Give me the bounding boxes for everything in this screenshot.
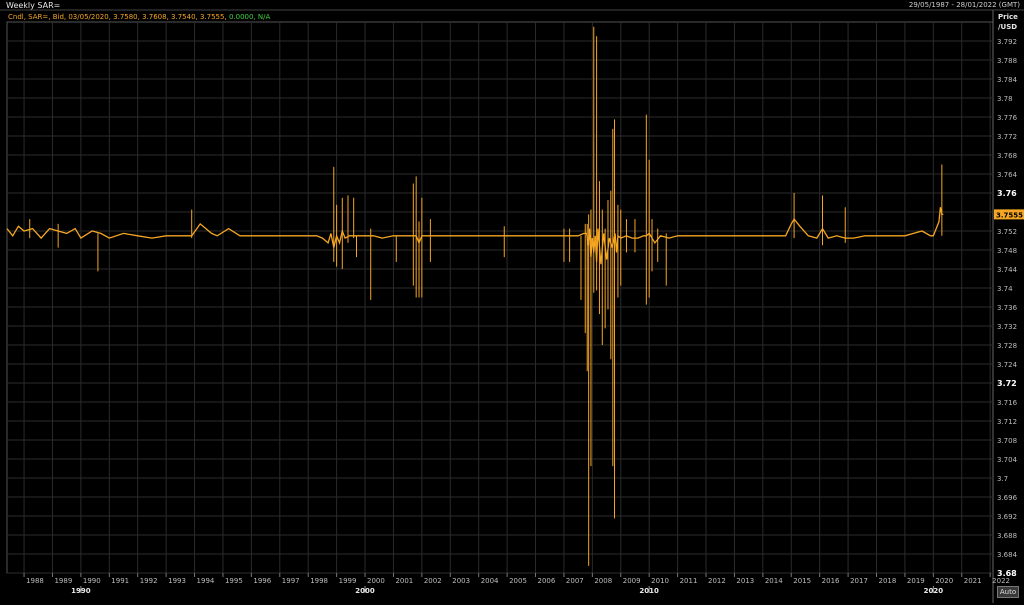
x-tick-label: 1990 xyxy=(83,577,101,585)
y-tick-label: 3.74 xyxy=(997,285,1013,293)
x-tick-label: 2003 xyxy=(452,577,470,585)
x-tick-label: 1998 xyxy=(310,577,328,585)
y-tick-label: 3.692 xyxy=(997,513,1017,521)
x-tick-label: 2016 xyxy=(822,577,840,585)
x-tick-label: 1997 xyxy=(282,577,300,585)
last-price-label: 3.7555 xyxy=(996,211,1023,219)
x-tick-label: 2018 xyxy=(878,577,896,585)
decade-label: 1990 xyxy=(71,587,91,595)
x-tick-label: 2006 xyxy=(538,577,556,585)
x-tick-label: 2012 xyxy=(708,577,726,585)
y-tick-label: 3.772 xyxy=(997,133,1017,141)
x-tick-label: 1994 xyxy=(197,577,215,585)
x-tick-label: 2005 xyxy=(509,577,527,585)
y-tick-label: 3.76 xyxy=(997,189,1017,198)
x-tick-label: 2008 xyxy=(594,577,612,585)
y-tick-label: 3.708 xyxy=(997,437,1017,445)
x-tick-label: 1993 xyxy=(168,577,186,585)
x-tick-label: 2017 xyxy=(850,577,868,585)
y-tick-label: 3.78 xyxy=(997,95,1013,103)
x-tick-label: 2002 xyxy=(424,577,442,585)
y-tick-label: 3.72 xyxy=(997,379,1017,388)
y-tick-label: 3.744 xyxy=(997,266,1018,274)
x-tick-label: 1995 xyxy=(225,577,243,585)
x-tick-label: 2014 xyxy=(765,577,783,585)
y-tick-label: 3.736 xyxy=(997,304,1018,312)
y-tick-label: 3.792 xyxy=(997,38,1017,46)
x-tick-label: 1989 xyxy=(54,577,72,585)
y-tick-label: 3.752 xyxy=(997,228,1017,236)
x-tick-label: 2000 xyxy=(367,577,385,585)
x-tick-label: 2019 xyxy=(907,577,925,585)
x-tick-label: 2007 xyxy=(566,577,584,585)
x-tick-label: 1991 xyxy=(111,577,129,585)
x-tick-label: 1988 xyxy=(26,577,44,585)
x-tick-label: 2022 xyxy=(992,577,1010,585)
y-tick-label: 3.7 xyxy=(997,475,1008,483)
x-tick-label: 2001 xyxy=(395,577,413,585)
y-tick-label: 3.724 xyxy=(997,361,1018,369)
y-tick-label: 3.684 xyxy=(997,551,1018,559)
y-tick-label: 3.716 xyxy=(997,399,1018,407)
plot-frame xyxy=(6,21,994,574)
x-tick-label: 1999 xyxy=(339,577,357,585)
y-tick-label: 3.764 xyxy=(997,171,1018,179)
x-tick-label: 2009 xyxy=(623,577,641,585)
y-tick-label: 3.712 xyxy=(997,418,1017,426)
y-tick-label: 3.728 xyxy=(997,342,1017,350)
decade-label: 2000 xyxy=(355,587,375,595)
y-tick-label: 3.696 xyxy=(997,494,1018,502)
x-tick-label: 2013 xyxy=(736,577,754,585)
decade-label: 2020 xyxy=(924,587,944,595)
y-tick-label: 3.768 xyxy=(997,152,1017,160)
x-tick-label: 2015 xyxy=(793,577,811,585)
y-tick-label: 3.788 xyxy=(997,57,1017,65)
price-line xyxy=(6,207,944,265)
x-tick-label: 1996 xyxy=(253,577,271,585)
x-tick-label: 1992 xyxy=(140,577,158,585)
x-tick-label: 2004 xyxy=(481,577,499,585)
decade-label: 2010 xyxy=(639,587,659,595)
y-tick-label: 3.732 xyxy=(997,323,1017,331)
auto-scale-button[interactable]: Auto xyxy=(997,586,1019,598)
y-tick-label: 3.748 xyxy=(997,247,1017,255)
x-tick-label: 2011 xyxy=(680,577,698,585)
y-tick-label: 3.688 xyxy=(997,532,1017,540)
price-chart[interactable]: 3.683.6843.6883.6923.6963.73.7043.7083.7… xyxy=(0,0,1024,605)
x-tick-label: 2010 xyxy=(651,577,669,585)
y-tick-label: 3.784 xyxy=(997,76,1018,84)
x-tick-label: 2020 xyxy=(935,577,953,585)
x-tick-label: 2021 xyxy=(964,577,982,585)
y-tick-label: 3.776 xyxy=(997,114,1018,122)
y-tick-label: 3.704 xyxy=(997,456,1018,464)
